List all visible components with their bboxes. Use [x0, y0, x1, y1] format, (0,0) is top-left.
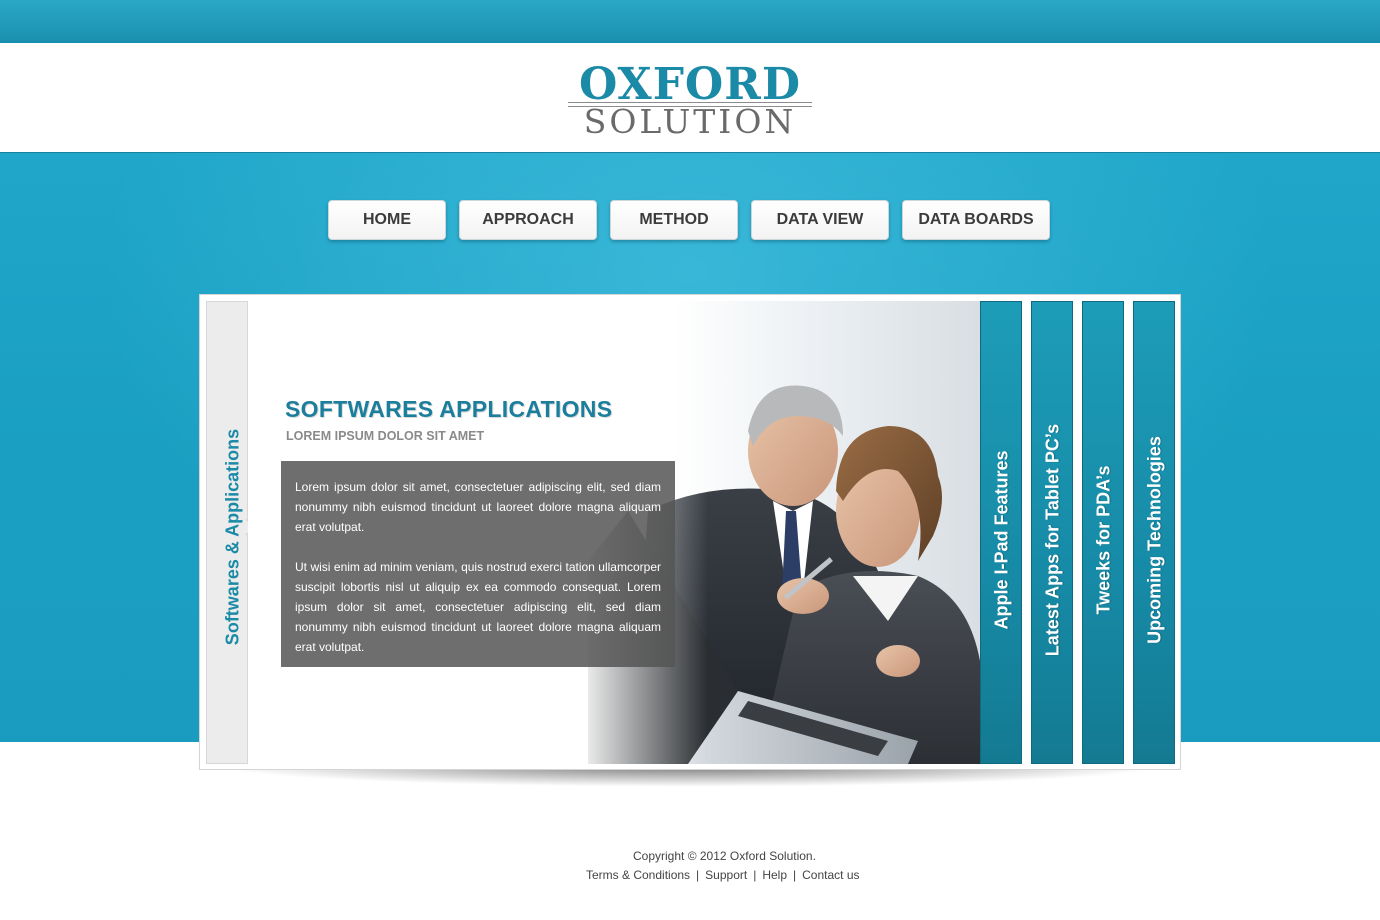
link-separator: | — [793, 868, 797, 882]
tab-upcoming-technologies[interactable]: Upcoming Technologies — [1133, 301, 1175, 764]
logo-bottom-text: SOLUTION — [583, 102, 797, 141]
nav-approach-button[interactable]: APPROACH — [459, 200, 597, 240]
top-band — [0, 0, 1380, 43]
side-tab-label: Softwares & Applications — [222, 428, 243, 646]
nav-data-view-button[interactable]: DATA VIEW — [751, 200, 889, 240]
nav-home-button[interactable]: HOME — [328, 200, 446, 240]
oxford-solution-logo[interactable]: OXFORD SOLUTION — [568, 63, 812, 139]
support-link[interactable]: Support — [705, 868, 747, 882]
link-separator: | — [696, 868, 700, 882]
tab-label: Latest Apps for Tablet PC’s — [1042, 423, 1063, 657]
contact-link[interactable]: Contact us — [802, 868, 859, 882]
tab-latest-apps[interactable]: Latest Apps for Tablet PC’s — [1031, 301, 1073, 764]
tab-tweeks-for-pdas[interactable]: Tweeks for PDA’s — [1082, 301, 1124, 764]
slide-paragraph: Ut wisi enim ad minim veniam, quis nostr… — [295, 560, 661, 654]
logo-top-text: OXFORD — [579, 59, 801, 110]
terms-link[interactable]: Terms & Conditions — [586, 868, 690, 882]
slide-headline: SOFTWARES APPLICATIONS — [285, 396, 613, 422]
tab-label: Tweeks for PDA’s — [1093, 465, 1114, 615]
copyright-text: Copyright © 2012 Oxford Solution. — [633, 849, 816, 863]
feature-panel: Softwares & Applications SOFTWARES APPLI… — [199, 294, 1181, 770]
tab-label: Upcoming Technologies — [1144, 436, 1165, 644]
slide-subheadline: LOREM IPSUM DOLOR SIT AMET — [286, 429, 485, 443]
slide-text-box: Lorem ipsum dolor sit amet, consectetuer… — [281, 461, 675, 667]
tab-label: Apple I-Pad Features — [991, 450, 1012, 630]
slide-content: SOFTWARES APPLICATIONS LOREM IPSUM DOLOR… — [248, 301, 980, 764]
side-tab[interactable]: Softwares & Applications — [206, 301, 248, 764]
slide-paragraph: Lorem ipsum dolor sit amet, consectetuer… — [295, 480, 661, 534]
nav-method-button[interactable]: METHOD — [610, 200, 738, 240]
main-nav: HOME APPROACH METHOD DATA VIEW DATA BOAR… — [0, 200, 1380, 242]
nav-data-boards-button[interactable]: DATA BOARDS — [902, 200, 1050, 240]
footer-links: Terms & Conditions | Support | Help | Contact … — [586, 868, 860, 882]
header: OXFORD SOLUTION — [0, 43, 1380, 153]
help-link[interactable]: Help — [762, 868, 787, 882]
link-separator: | — [753, 868, 757, 882]
tab-apple-ipad-features[interactable]: Apple I-Pad Features — [980, 301, 1022, 764]
